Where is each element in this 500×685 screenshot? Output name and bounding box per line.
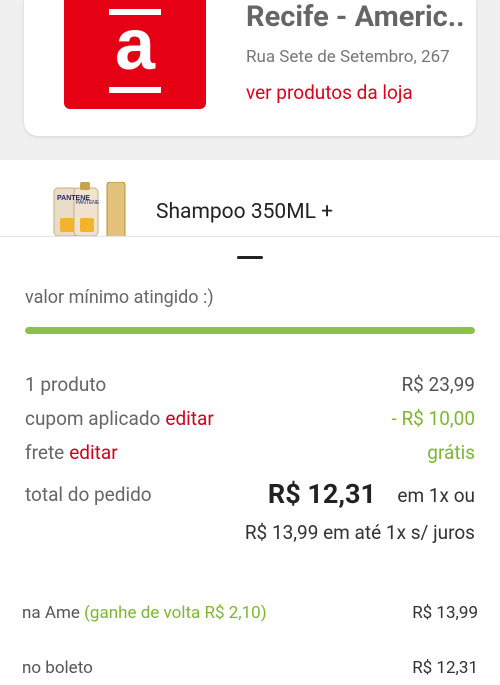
- progress-fill: [25, 327, 475, 334]
- coupon-edit-link[interactable]: editar: [165, 407, 213, 430]
- store-name: Recife - Americ..: [246, 0, 465, 34]
- store-address: Rua Sete de Setembro, 267: [246, 47, 450, 67]
- coupon-label: cupom aplicado: [25, 407, 161, 430]
- minimum-value-message: valor mínimo atingido :): [25, 287, 214, 308]
- shipping-label: frete: [25, 441, 65, 464]
- items-value: R$ 23,99: [401, 373, 475, 396]
- payment-ame-cashback: (ganhe de volta R$ 2,10): [84, 603, 267, 623]
- total-amount: R$ 12,31: [267, 478, 376, 510]
- order-summary-sheet: valor mínimo atingido :) 1 produto R$ 23…: [0, 236, 500, 685]
- shipping-value: grátis: [427, 441, 475, 464]
- product-item[interactable]: PANTENE PANTENE Shampoo 350ML +: [0, 160, 500, 236]
- minimum-value-progress: [25, 327, 475, 334]
- coupon-row: cupom aplicado editar: [25, 407, 214, 430]
- product-bottles-image: PANTENE PANTENE: [53, 181, 126, 236]
- store-section: a Recife - Americ.. Rua Sete de Setembro…: [0, 0, 500, 160]
- store-logo: a: [64, 0, 206, 109]
- payment-boleto-row[interactable]: no boleto: [22, 658, 93, 678]
- total-label: total do pedido: [25, 483, 152, 506]
- coupon-value: - R$ 10,00: [391, 407, 475, 430]
- items-label: 1 produto: [25, 373, 107, 396]
- installment-info: R$ 13,99 em até 1x s/ juros: [244, 521, 475, 544]
- store-card[interactable]: a Recife - Americ.. Rua Sete de Setembro…: [24, 0, 476, 136]
- payment-ame-value: R$ 13,99: [412, 603, 478, 623]
- svg-text:PANTENE: PANTENE: [76, 200, 100, 206]
- view-store-products-link[interactable]: ver produtos da loja: [246, 81, 413, 104]
- shipping-edit-link[interactable]: editar: [69, 441, 117, 464]
- product-image: PANTENE PANTENE: [52, 181, 130, 236]
- sheet-drag-handle[interactable]: [237, 256, 263, 259]
- shipping-row: frete editar: [25, 441, 118, 464]
- total-installment-suffix: em 1x ou: [397, 484, 475, 507]
- payment-ame-row[interactable]: na Ame (ganhe de volta R$ 2,10): [22, 603, 267, 623]
- payment-boleto-label: no boleto: [22, 658, 93, 678]
- logo-letter: a: [114, 5, 156, 85]
- logo-bar-bottom: [109, 87, 161, 93]
- payment-ame-label: na Ame: [22, 603, 80, 623]
- product-name: Shampoo 350ML +: [156, 200, 334, 224]
- payment-boleto-value: R$ 12,31: [412, 658, 478, 678]
